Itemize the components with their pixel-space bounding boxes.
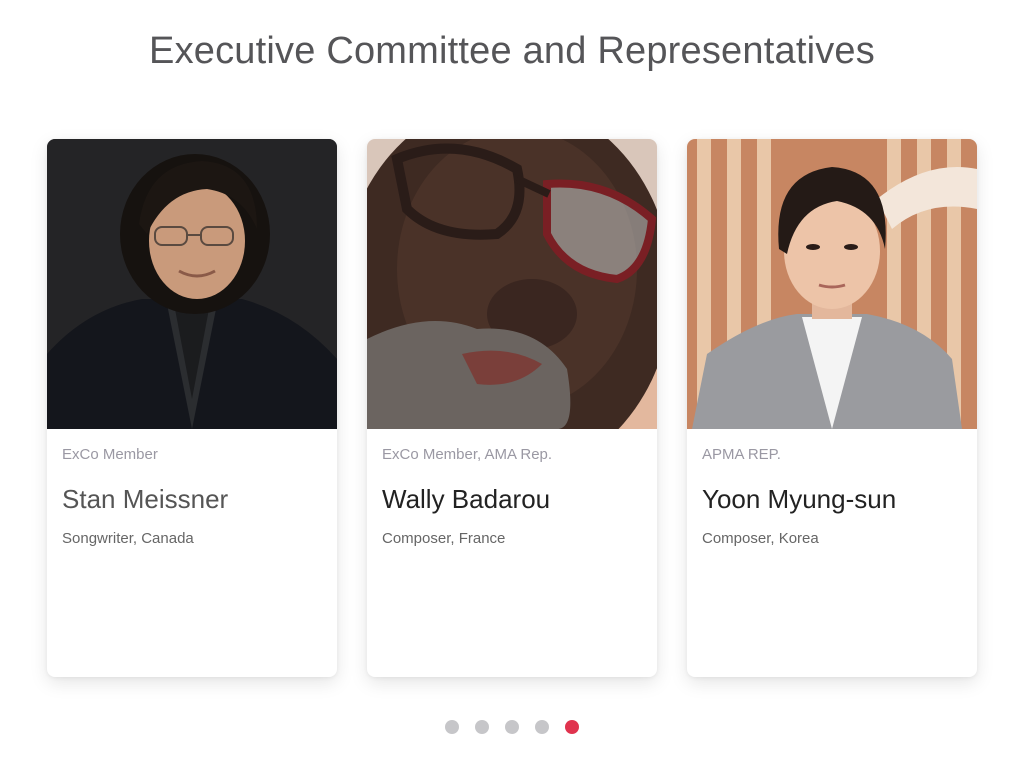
pagination-dot[interactable]	[445, 720, 459, 734]
pagination-dot[interactable]	[535, 720, 549, 734]
member-name: Wally Badarou	[382, 484, 551, 514]
section-title: Executive Committee and Representatives	[149, 30, 875, 72]
member-name: Yoon Myung-sun	[702, 484, 897, 514]
member-carousel: ExCo Member Stan Meissner Songwriter, Ca…	[47, 139, 977, 677]
carousel-pagination	[0, 720, 1024, 736]
member-photo	[47, 139, 337, 429]
member-role: ExCo Member, AMA Rep.	[382, 446, 553, 463]
member-description: Songwriter, Canada	[62, 530, 194, 547]
pagination-dot[interactable]	[475, 720, 489, 734]
member-name: Stan Meissner	[62, 484, 229, 514]
member-photo	[367, 139, 657, 429]
pagination-dot[interactable]	[505, 720, 519, 734]
member-description: Composer, Korea	[702, 530, 819, 547]
committee-section: Executive Committee and Representatives	[0, 0, 1024, 768]
member-card[interactable]: ExCo Member, AMA Rep. Wally Badarou Comp…	[367, 139, 657, 677]
member-card[interactable]: APMA REP. Yoon Myung-sun Composer, Korea	[687, 139, 977, 677]
member-photo	[687, 139, 977, 429]
pagination-dot-active[interactable]	[565, 720, 579, 734]
member-card[interactable]: ExCo Member Stan Meissner Songwriter, Ca…	[47, 139, 337, 677]
member-description: Composer, France	[382, 530, 506, 547]
member-role: ExCo Member	[62, 446, 158, 463]
member-role: APMA REP.	[702, 446, 781, 463]
